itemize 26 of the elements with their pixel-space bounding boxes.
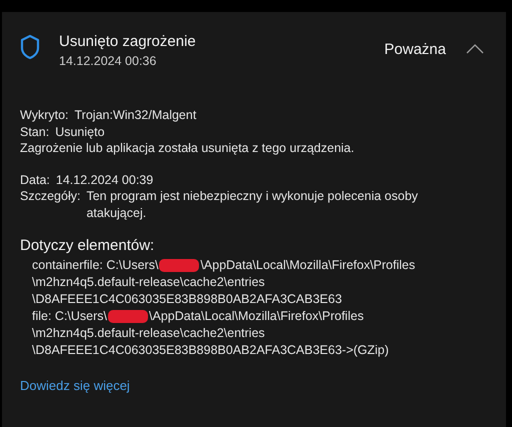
redaction-mark [108, 310, 148, 323]
file-path: \D8AFEEE1C4C063035E83B898B0AB2AFA3CAB3E63 [32, 291, 343, 308]
file-path: \m2hzn4q5.default-release\cache2\entries [32, 325, 266, 342]
field-label: Szczegóły: [20, 188, 80, 205]
file-path: \AppData\Local\Mozilla\Firefox\Profiles [200, 257, 416, 274]
field-value: 14.12.2024 00:39 [56, 172, 154, 188]
field-value: Usunięto [55, 124, 105, 140]
file-path: file: C:\Users\ [32, 308, 108, 325]
threat-title: Usunięto zagrożenie [59, 32, 197, 52]
field-label: Wykryto: [20, 107, 68, 124]
severity-label: Poważna [384, 41, 446, 58]
file-path: \m2hzn4q5.default-release\cache2\entries [32, 274, 266, 291]
field-value: Ten program jest niebezpieczny i wykonuje polecenia osoby atakującej. [86, 188, 419, 221]
section-heading: Dotyczy elementów: [20, 236, 156, 256]
status-message: Zagrożenie lub aplikacja została usunięta z tego urządzenia. [20, 140, 356, 156]
redaction-mark [159, 259, 200, 272]
field-label: Stan: [20, 124, 50, 140]
file-path: \AppData\Local\Mozilla\Firefox\Profiles [149, 308, 364, 325]
learn-more-link[interactable]: Dowiedz się więcej [20, 378, 130, 394]
file-path: containerfile: C:\Users\ [32, 257, 158, 274]
collapse-chevron-icon[interactable] [466, 44, 484, 54]
threat-date: 14.12.2024 00:36 [59, 53, 158, 70]
file-path: \D8AFEEE1C4C063035E83B898B0AB2AFA3CAB3E63->(GZip) [32, 342, 390, 359]
shield-icon [20, 34, 40, 60]
field-label: Data: [20, 172, 50, 188]
field-value: Trojan:Win32/Malgent [74, 107, 196, 124]
